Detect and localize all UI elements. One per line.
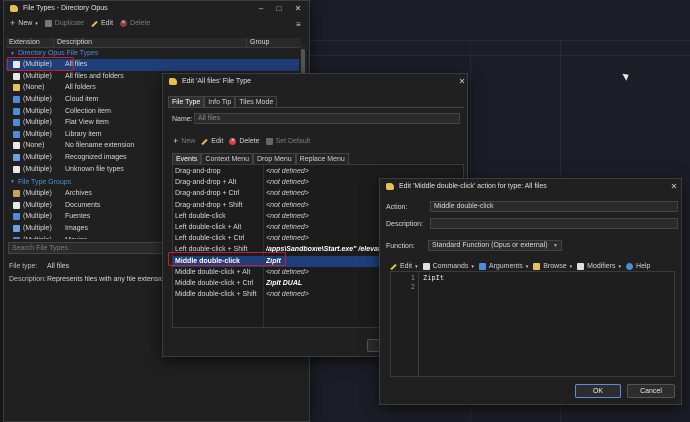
edit-button[interactable]: Edit [91, 20, 113, 27]
tab-info-tip[interactable]: Info Tip [204, 96, 236, 107]
multi-file-icon [13, 72, 20, 80]
cloud-icon [13, 96, 20, 104]
code-editor[interactable]: 1 2 ZipIt [390, 271, 675, 377]
description-value: Represents files with any file extension [47, 276, 167, 283]
pencil-icon [91, 20, 98, 27]
new-button[interactable]: + New [173, 136, 195, 146]
function-label: Function: [386, 243, 415, 250]
delete-button[interactable]: × Delete [120, 20, 150, 27]
event-sub-tabs: Events Context Menu Drop Menu Replace Me… [172, 153, 349, 164]
minimize-button[interactable]: – [252, 1, 270, 15]
window-title: File Types - Directory Opus [23, 4, 108, 12]
document-icon [13, 201, 20, 209]
edit-menu-button[interactable]: Edit ▾ [390, 263, 418, 270]
ok-button[interactable]: OK [575, 384, 621, 398]
file-type-value: All files [47, 263, 70, 270]
collection-icon [13, 107, 20, 115]
name-field[interactable]: All files [194, 113, 460, 124]
hamburger-menu-icon[interactable]: ≡ [296, 20, 301, 29]
image-icon [13, 154, 20, 162]
highlight-middle-double-click [168, 252, 286, 266]
tab-file-type[interactable]: File Type [168, 96, 205, 107]
description-label: Description: [386, 221, 423, 228]
duplicate-icon [44, 20, 52, 27]
maximize-button[interactable]: □ [270, 1, 288, 15]
commands-icon [422, 263, 430, 270]
delete-icon: × [120, 20, 128, 27]
close-button[interactable]: ✕ [289, 1, 307, 15]
arguments-menu-button[interactable]: Arguments ▾ [478, 263, 528, 270]
directory-opus-icon [10, 4, 18, 12]
action-label: Action: [386, 204, 408, 211]
close-button[interactable]: ✕ [665, 179, 683, 193]
folder-icon [13, 84, 20, 92]
tab-drop-menu[interactable]: Drop Menu [253, 153, 296, 164]
set-default-icon [265, 138, 273, 145]
set-default-button[interactable]: Set Default [265, 138, 310, 145]
name-label: Name: [172, 116, 193, 123]
description-label: Description: [9, 276, 46, 283]
code-toolbar: Edit ▾ Commands ▾ Arguments ▾ Browse ▾ Modif… [390, 263, 650, 270]
tab-events[interactable]: Events [172, 153, 202, 164]
tab-panel-border [168, 107, 464, 108]
arguments-icon [478, 263, 486, 270]
plus-icon: + [10, 18, 16, 28]
directory-opus-icon [169, 77, 177, 85]
tab-replace-menu[interactable]: Replace Menu [295, 153, 349, 164]
library-icon [13, 130, 20, 138]
column-group[interactable]: Group [247, 38, 301, 47]
document-icon [13, 165, 20, 173]
commands-menu-button[interactable]: Commands ▾ [422, 263, 474, 270]
plus-icon: + [173, 136, 179, 146]
code-text[interactable]: ZipIt [423, 274, 444, 283]
function-select[interactable]: Standard Function (Opus or external) ▼ [428, 240, 562, 251]
column-description[interactable]: Description [54, 38, 247, 47]
file-types-list-header: Extension Description Group [6, 38, 301, 48]
edit-tabs: File Type Info Tip Tiles Mode [168, 96, 278, 107]
line-number-gutter: 1 2 [391, 272, 419, 376]
window-title: Edit 'All files' File Type [182, 77, 252, 85]
events-toolbar: + New Edit × Delete Set Default [173, 136, 310, 146]
tab-tiles-mode[interactable]: Tiles Mode [235, 96, 278, 107]
browse-menu-button[interactable]: Browse ▾ [533, 263, 572, 270]
event-row[interactable]: Drag-and-drop <not defined> [173, 166, 463, 177]
edit-action-window: Edit 'Middle double-click' action for ty… [379, 178, 682, 405]
title-bar: Edit 'Middle double-click' action for ty… [380, 179, 681, 193]
duplicate-button[interactable]: Duplicate [44, 20, 84, 27]
action-field[interactable]: Middle double-click [430, 201, 678, 212]
main-toolbar: + New ▾ Duplicate Edit × Delete [10, 18, 150, 28]
chevron-down-icon: ▼ [553, 242, 558, 249]
new-button[interactable]: + New ▾ [10, 18, 38, 28]
font-icon [13, 213, 20, 221]
modifiers-menu-button[interactable]: Modifiers ▾ [577, 263, 621, 270]
folder-icon [533, 263, 541, 270]
file-type-label: File type: [9, 263, 38, 270]
title-bar: Edit 'All files' File Type [163, 74, 467, 88]
highlight-all-files [7, 57, 74, 71]
column-extension[interactable]: Extension [6, 38, 54, 47]
description-field[interactable] [430, 218, 678, 229]
movie-icon [13, 236, 20, 239]
archive-icon [13, 190, 20, 198]
cancel-button[interactable]: Cancel [627, 384, 675, 398]
document-icon [13, 142, 20, 150]
help-icon [626, 263, 634, 270]
delete-icon: × [229, 138, 237, 145]
group-header[interactable]: ▼ File Type Groups [10, 177, 71, 187]
directory-opus-icon [386, 182, 394, 190]
flat-view-icon [13, 119, 20, 127]
image-icon [13, 225, 20, 233]
pencil-icon [390, 263, 397, 270]
delete-button[interactable]: × Delete [229, 138, 260, 145]
window-title: Edit 'Middle double-click' action for ty… [399, 182, 547, 190]
modifiers-icon [577, 263, 585, 270]
help-button[interactable]: Help [626, 263, 650, 270]
pencil-icon [201, 138, 208, 145]
tab-context-menu[interactable]: Context Menu [201, 153, 253, 164]
close-button[interactable]: ✕ [453, 74, 471, 88]
edit-button[interactable]: Edit [201, 138, 223, 145]
